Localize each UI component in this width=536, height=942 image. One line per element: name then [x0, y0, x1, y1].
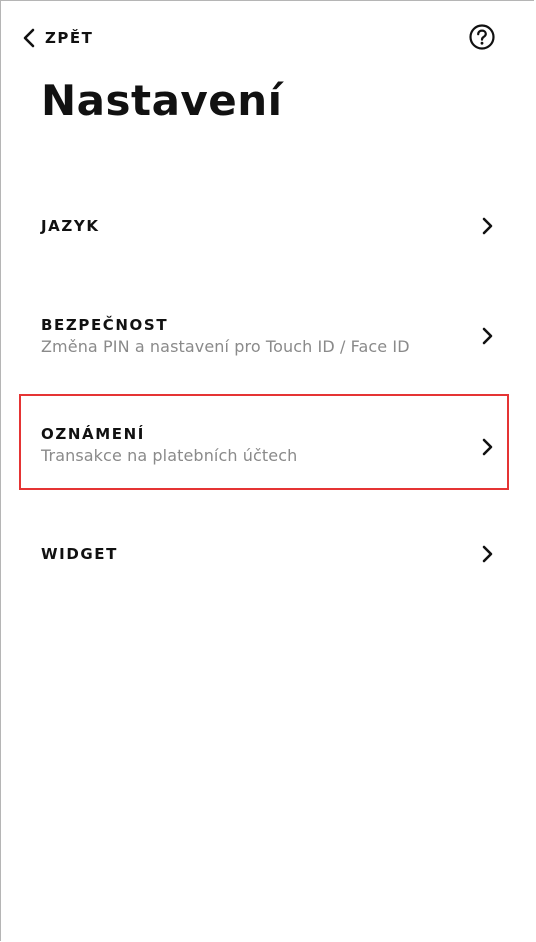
chevron-right-icon [481, 327, 493, 345]
settings-item-label: BEZPEČNOST [41, 316, 169, 334]
back-label: ZPĚT [45, 29, 94, 47]
settings-item-widget[interactable]: WIDGET [19, 529, 509, 585]
chevron-right-icon [481, 438, 493, 456]
question-circle-icon [468, 24, 496, 55]
settings-item-jazyk[interactable]: JAZYK [19, 197, 509, 253]
settings-item-subtitle: Transakce na platebních účtech [41, 446, 298, 465]
chevron-left-icon [23, 28, 35, 48]
settings-item-label: WIDGET [41, 545, 118, 563]
settings-item-oznameni[interactable]: OZNÁMENÍ Transakce na platebních účtech [19, 394, 509, 490]
chevron-right-icon [481, 217, 493, 235]
settings-item-label: OZNÁMENÍ [41, 425, 145, 443]
chevron-right-icon [481, 545, 493, 563]
help-button[interactable] [468, 23, 496, 51]
back-button[interactable]: ZPĚT [23, 23, 93, 53]
settings-item-subtitle: Změna PIN a nastavení pro Touch ID / Fac… [41, 337, 410, 356]
page-title: Nastavení [41, 76, 283, 125]
settings-screen: ZPĚT Nastavení JAZYK BEZPEČNOST Změna PI… [0, 0, 534, 941]
top-bar: ZPĚT [1, 1, 534, 71]
settings-item-label: JAZYK [41, 217, 100, 235]
settings-item-bezpecnost[interactable]: BEZPEČNOST Změna PIN a nastavení pro Tou… [19, 304, 509, 368]
